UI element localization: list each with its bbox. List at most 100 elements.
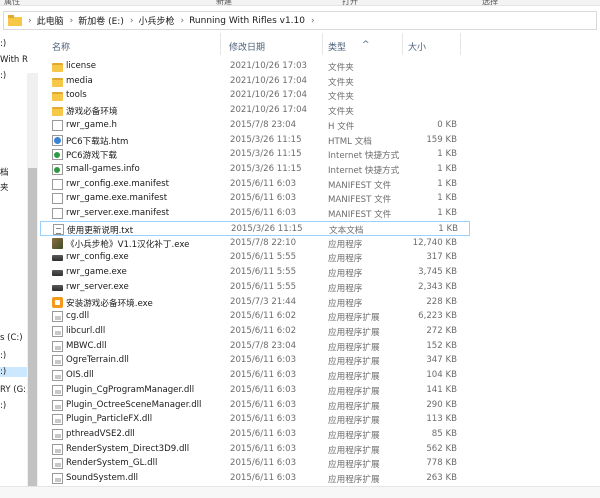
chevron-right-icon[interactable]: › bbox=[130, 16, 134, 26]
file-size: 113 KB bbox=[426, 414, 457, 425]
rifle-exe-icon bbox=[52, 270, 63, 277]
file-row[interactable]: media 2021/10/26 17:04 文件夹 bbox=[40, 74, 470, 89]
dll-icon bbox=[52, 458, 63, 470]
file-row[interactable]: rwr_game.exe 2015/6/11 5:55 应用程序 3,745 KB bbox=[40, 265, 470, 280]
file-row[interactable]: tools 2021/10/26 17:04 文件夹 bbox=[40, 88, 470, 103]
file-row[interactable]: libcurl.dll 2015/6/11 6:02 应用程序扩展 272 KB bbox=[40, 324, 470, 339]
file-size: 1 KB bbox=[437, 164, 457, 175]
file-row[interactable]: RenderSystem_GL.dll 2015/6/11 6:03 应用程序扩展 7… bbox=[40, 456, 470, 471]
file-row[interactable]: SoundSystem.dll 2015/6/11 6:03 应用程序扩展 263 K… bbox=[40, 471, 470, 486]
file-size: 141 KB bbox=[426, 384, 457, 395]
ribbon-item-new[interactable]: 新建 bbox=[216, 0, 232, 5]
nav-item[interactable]: :) bbox=[0, 71, 6, 81]
chevron-right-icon[interactable]: › bbox=[311, 16, 315, 26]
file-row[interactable]: PC6游戏下载 2015/3/26 11:15 Internet 快捷方式 1 KB bbox=[40, 147, 470, 162]
file-size: 6,223 KB bbox=[418, 311, 457, 322]
file-name: OgreTerrain.dll bbox=[66, 355, 129, 366]
file-date: 2021/10/26 17:03 bbox=[230, 61, 308, 71]
file-row[interactable]: 游戏必备环境 2021/10/26 17:04 文件夹 bbox=[40, 103, 470, 118]
dll-icon bbox=[52, 443, 63, 455]
nav-item[interactable]: 档 bbox=[0, 166, 9, 178]
nav-scrollbar-thumb[interactable] bbox=[28, 168, 37, 493]
file-name: 《小兵步枪》V1.1汉化补丁.exe bbox=[66, 239, 190, 250]
chevron-right-icon[interactable]: › bbox=[70, 16, 74, 26]
file-type: MANIFEST 文件 bbox=[328, 210, 392, 221]
file-row[interactable]: cg.dll 2015/6/11 6:02 应用程序扩展 6,223 KB bbox=[40, 309, 470, 324]
ribbon-item-select[interactable]: 选择 bbox=[482, 0, 498, 5]
file-row[interactable]: PC6下载站.htm 2015/3/26 11:15 HTML 文档 159 KB bbox=[40, 133, 470, 148]
file-size: 562 KB bbox=[426, 443, 457, 454]
file-row[interactable]: license 2021/10/26 17:03 文件夹 bbox=[40, 59, 470, 74]
column-header-date[interactable]: 修改日期 bbox=[229, 40, 265, 53]
chevron-right-icon[interactable]: › bbox=[180, 16, 184, 26]
file-row[interactable]: rwr_game.h 2015/7/8 23:04 H 文件 0 KB bbox=[40, 118, 470, 133]
address-row: › 此电脑 › 新加卷 (E:) › 小兵步枪 › Running With R… bbox=[0, 7, 600, 33]
file-name: 使用更新说明.txt bbox=[67, 225, 134, 236]
ribbon-item-properties[interactable]: 属性 bbox=[4, 0, 20, 5]
file-name: 安装游戏必备环境.exe bbox=[66, 298, 153, 309]
nav-item[interactable]: RY (G:) bbox=[0, 385, 29, 395]
file-size: 3,745 KB bbox=[418, 267, 457, 278]
address-bar[interactable]: › 此电脑 › 新加卷 (E:) › 小兵步枪 › Running With R… bbox=[3, 11, 597, 30]
file-row[interactable]: 《小兵步枪》V1.1汉化补丁.exe 2015/7/8 22:10 应用程序 12,7… bbox=[40, 236, 470, 251]
file-date: 2015/6/11 6:03 bbox=[230, 443, 297, 454]
navigation-pane: :) With R :) 档 夹 s (C:) :) :) RY (G:) :) bbox=[0, 33, 40, 498]
dll-icon bbox=[52, 399, 63, 411]
file-row[interactable]: rwr_server.exe.manifest 2015/6/11 6:03 MAN… bbox=[40, 206, 470, 221]
file-name: rwr_game.h bbox=[66, 119, 117, 130]
file-name: SoundSystem.dll bbox=[66, 473, 139, 484]
column-header-type[interactable]: 类型 bbox=[328, 40, 346, 53]
text-file-icon bbox=[53, 223, 64, 235]
breadcrumb-game-folder[interactable]: 小兵步枪 bbox=[138, 14, 174, 27]
file-type: 应用程序扩展 bbox=[328, 416, 380, 427]
nav-item[interactable]: :) bbox=[0, 401, 6, 411]
file-row[interactable]: RenderSystem_Direct3D9.dll 2015/6/11 6:03… bbox=[40, 442, 470, 457]
file-date: 2015/6/11 6:03 bbox=[230, 384, 297, 395]
file-row[interactable]: rwr_game.exe.manifest 2015/6/11 6:03 MANIF… bbox=[40, 191, 470, 206]
file-row[interactable]: rwr_config.exe.manifest 2015/6/11 6:03 MAN… bbox=[40, 177, 470, 192]
nav-item[interactable]: 夹 bbox=[0, 181, 9, 193]
folder-icon bbox=[52, 107, 63, 117]
file-size: 290 KB bbox=[426, 399, 457, 410]
file-row[interactable]: rwr_config.exe 2015/6/11 5:55 应用程序 317 KB bbox=[40, 250, 470, 265]
file-size: 1 KB bbox=[437, 178, 457, 189]
ribbon-item-open[interactable]: 打开 bbox=[342, 0, 358, 5]
file-row-selected[interactable]: 使用更新说明.txt 2015/3/26 11:15 文本文档 1 KB bbox=[40, 220, 470, 236]
file-type: 文件夹 bbox=[328, 77, 354, 88]
file-row[interactable]: Plugin_CgProgramManager.dll 2015/6/11 6:0… bbox=[40, 383, 470, 398]
breadcrumb-this-pc[interactable]: 此电脑 bbox=[37, 14, 64, 27]
nav-item[interactable]: With R bbox=[0, 55, 28, 65]
file-type: Internet 快捷方式 bbox=[328, 151, 400, 162]
file-date: 2015/6/11 6:03 bbox=[230, 429, 297, 439]
file-row[interactable]: 安装游戏必备环境.exe 2015/7/3 21:44 应用程序 228 KB bbox=[40, 295, 470, 310]
nav-item[interactable]: s (C:) bbox=[0, 333, 23, 343]
file-row[interactable]: OgreTerrain.dll 2015/6/11 6:03 应用程序扩展 347 K… bbox=[40, 353, 470, 368]
file-name: rwr_config.exe bbox=[66, 252, 129, 263]
file-name: RenderSystem_Direct3D9.dll bbox=[66, 443, 190, 454]
file-row[interactable]: OIS.dll 2015/6/11 6:03 应用程序扩展 104 KB bbox=[40, 368, 470, 383]
file-row[interactable]: MBWC.dll 2015/7/8 23:04 应用程序扩展 152 KB bbox=[40, 339, 470, 354]
file-type: 应用程序扩展 bbox=[328, 313, 380, 324]
column-header-size[interactable]: 大小 bbox=[408, 40, 426, 53]
dll-icon bbox=[52, 414, 63, 426]
file-size: 1 KB bbox=[437, 149, 457, 160]
file-row[interactable]: rwr_server.exe 2015/6/11 5:55 应用程序 2,343 KB bbox=[40, 280, 470, 295]
horizontal-scrollbar[interactable] bbox=[0, 486, 600, 498]
nav-item[interactable]: :) bbox=[0, 351, 6, 361]
file-date: 2015/6/11 6:02 bbox=[230, 311, 297, 322]
file-row[interactable]: small-games.info 2015/3/26 11:15 Internet … bbox=[40, 162, 470, 177]
file-row[interactable]: Plugin_OctreeSceneManager.dll 2015/6/11 6… bbox=[40, 398, 470, 413]
nav-item[interactable]: :) bbox=[0, 39, 6, 49]
file-type: 应用程序扩展 bbox=[328, 372, 380, 383]
sort-caret-icon: ^ bbox=[362, 40, 370, 50]
column-header-name[interactable]: 名称 bbox=[52, 40, 70, 53]
chevron-right-icon[interactable]: › bbox=[28, 16, 32, 26]
file-type: H 文件 bbox=[328, 121, 355, 132]
folder-icon bbox=[8, 15, 22, 26]
breadcrumb-current-folder[interactable]: Running With Rifles v1.10 bbox=[189, 16, 305, 26]
file-size: 778 KB bbox=[426, 458, 457, 469]
file-row[interactable]: pthreadVSE2.dll 2015/6/11 6:03 应用程序扩展 85 KB bbox=[40, 427, 470, 442]
folder-icon bbox=[52, 77, 63, 87]
file-row[interactable]: Plugin_ParticleFX.dll 2015/6/11 6:03 应用程序扩… bbox=[40, 412, 470, 427]
breadcrumb-drive-e[interactable]: 新加卷 (E:) bbox=[78, 14, 124, 27]
